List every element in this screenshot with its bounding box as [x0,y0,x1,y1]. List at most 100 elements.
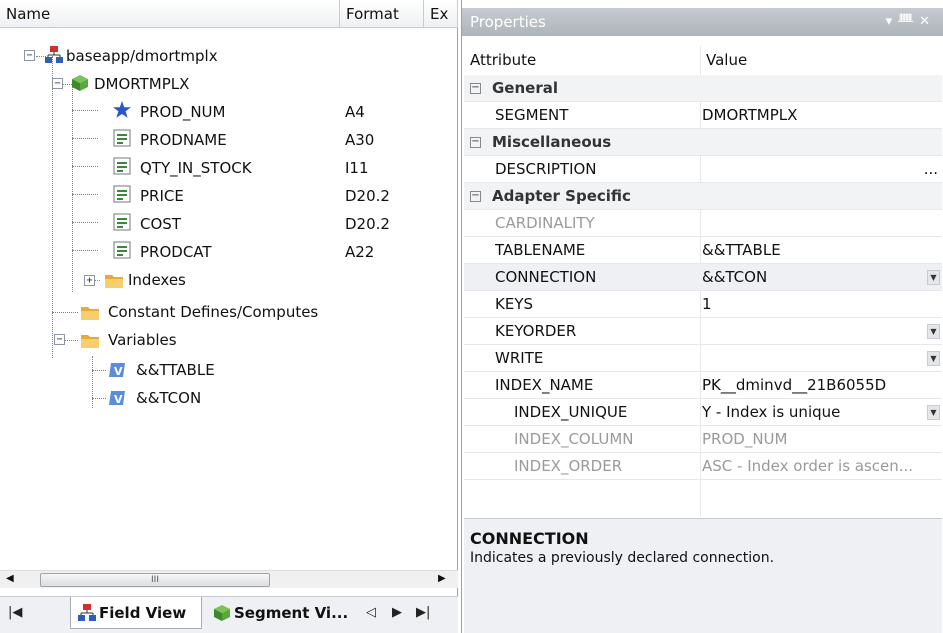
column-header-value: Value [706,51,748,69]
property-row[interactable]: TABLENAME &&TTABLE [464,237,942,264]
explorer-pane: Name Format Ex − baseapp/dmortmplx − DMO… [0,0,458,633]
property-row[interactable]: KEYS 1 [464,291,942,318]
ellipsis-button[interactable]: ... [924,156,938,183]
property-name: CARDINALITY [495,214,595,232]
tree-item-variable[interactable]: &&TTABLE [136,356,215,384]
dropdown-icon[interactable]: ▾ [886,14,899,29]
dropdown-arrow-icon[interactable]: ▼ [927,270,940,285]
svg-text:V: V [114,365,123,378]
tree-item-constant-defines[interactable]: Constant Defines/Computes [108,298,318,326]
tree-item-field[interactable]: COST [140,210,181,238]
category-general[interactable]: − General [464,75,942,102]
property-row[interactable]: CARDINALITY [464,210,942,237]
dropdown-arrow-icon[interactable]: ▼ [927,405,940,420]
previous-tab-icon[interactable]: ◁ [366,605,376,620]
tree-item-field[interactable]: PRODCAT [140,238,212,266]
tree-item-segment[interactable]: DMORTMPLX [94,70,189,98]
tree-item-field[interactable]: PRODNAME [140,126,227,154]
property-row[interactable]: SEGMENT DMORTMPLX [464,102,942,129]
field-format: A30 [345,131,375,149]
expand-toggle[interactable]: + [84,275,95,286]
property-value[interactable]: PK__dminvd__21B6055D [702,372,886,399]
collapse-toggle[interactable]: − [54,334,65,345]
tree-item-field[interactable]: PROD_NUM [140,98,225,126]
property-row[interactable]: KEYORDER ▼ [464,318,942,345]
segment-view-icon [214,605,230,621]
category-label: Adapter Specific [492,187,631,205]
field-format: D20.2 [345,187,390,205]
panel-title: Properties [470,13,546,31]
collapse-icon[interactable]: − [470,83,481,94]
field-icon [113,241,131,259]
property-row[interactable]: INDEX_UNIQUE Y - Index is unique ▼ [464,399,942,426]
dropdown-arrow-icon[interactable]: ▼ [927,324,940,339]
description-text: Indicates a previously declared connecti… [470,550,775,566]
collapse-icon[interactable]: − [470,137,481,148]
last-tab-icon[interactable]: ▶| [416,605,430,620]
folder-icon [81,335,99,348]
property-name: INDEX_NAME [495,376,594,394]
column-header-expression[interactable]: Ex [424,0,458,28]
category-label: General [492,79,558,97]
collapse-toggle[interactable]: − [52,78,63,89]
tree-item-variable[interactable]: &&TCON [136,384,201,412]
field-icon [113,129,131,147]
tab-segment-view[interactable]: Segment Vi... [206,597,356,629]
dropdown-arrow-icon[interactable]: ▼ [927,351,940,366]
property-value[interactable]: ASC - Index order is ascen... [702,453,913,480]
field-tree: − baseapp/dmortmplx − DMORTMPLX PROD_NUM… [0,30,458,570]
property-value[interactable]: &&TTABLE [702,237,781,264]
property-value[interactable]: DMORTMPLX [702,102,797,129]
pin-icon[interactable]: ᚙ [898,14,919,29]
collapse-icon[interactable]: − [470,191,481,202]
properties-panel: Properties ▾ᚙ✕ Attribute Value − General… [461,0,943,633]
category-miscellaneous[interactable]: − Miscellaneous [464,129,942,156]
property-row-selected[interactable]: CONNECTION &&TCON ▼ [464,264,942,291]
view-tabs: |◀ Field View Segment Vi... ◁ ▶ ▶| [0,596,458,633]
description-title: CONNECTION [470,529,589,548]
column-header-name[interactable]: Name [0,0,340,28]
variable-icon: V [109,391,125,406]
scroll-right-icon[interactable]: ▶ [438,573,446,584]
property-row[interactable]: INDEX_ORDER ASC - Index order is ascen..… [464,453,942,480]
tab-field-view[interactable]: Field View [70,597,202,629]
property-name: WRITE [495,349,544,367]
property-description: CONNECTION Indicates a previously declar… [464,518,942,633]
first-tab-icon[interactable]: |◀ [8,605,22,620]
property-value[interactable]: Y - Index is unique [702,399,840,426]
tree-item-indexes[interactable]: Indexes [128,266,186,294]
property-value[interactable]: 1 [702,291,712,318]
property-row[interactable]: INDEX_COLUMN PROD_NUM [464,426,942,453]
properties-title-bar: Properties ▾ᚙ✕ [462,8,943,36]
field-icon [113,213,131,231]
field-format: A22 [345,243,375,261]
property-value[interactable]: PROD_NUM [702,426,787,453]
property-row[interactable]: INDEX_NAME PK__dminvd__21B6055D [464,372,942,399]
horizontal-scrollbar[interactable]: ◀ III ▶ [0,570,458,588]
property-row[interactable]: WRITE ▼ [464,345,942,372]
segment-icon [72,75,88,91]
close-icon[interactable]: ✕ [919,14,936,29]
property-name: KEYS [495,295,533,313]
field-format: I11 [345,159,369,177]
column-header-format[interactable]: Format [340,0,424,28]
property-name: INDEX_UNIQUE [514,403,628,421]
collapse-toggle[interactable]: − [24,50,35,61]
tree-item-application[interactable]: baseapp/dmortmplx [66,42,218,70]
property-name: SEGMENT [495,106,569,124]
category-label: Miscellaneous [492,133,612,151]
tree-item-field[interactable]: PRICE [140,182,184,210]
scroll-left-icon[interactable]: ◀ [6,573,14,584]
scroll-thumb[interactable]: III [40,573,270,587]
property-grid: Attribute Value − General SEGMENT DMORTM… [464,46,942,516]
property-name: DESCRIPTION [495,160,597,178]
property-row[interactable]: DESCRIPTION ... [464,156,942,183]
tab-label: Segment Vi... [234,604,349,622]
category-adapter-specific[interactable]: − Adapter Specific [464,183,942,210]
next-tab-icon[interactable]: ▶ [392,605,402,620]
tree-item-variables[interactable]: Variables [108,326,177,354]
application-icon [45,46,63,63]
tree-item-field[interactable]: QTY_IN_STOCK [140,154,252,182]
svg-text:V: V [114,393,123,406]
property-value[interactable]: &&TCON [702,264,767,291]
